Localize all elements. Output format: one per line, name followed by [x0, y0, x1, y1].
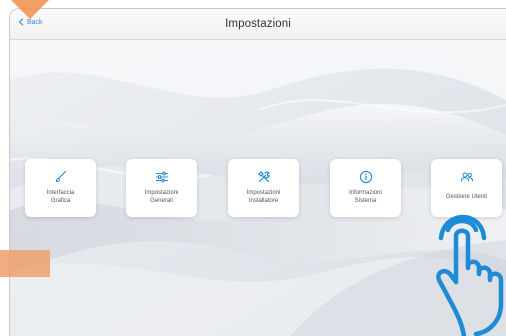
- top-bar: Back Impostazioni: [10, 9, 506, 40]
- users-icon: [459, 169, 475, 185]
- card-impostazioni-installatore[interactable]: Impostazioni Installatore: [228, 159, 299, 217]
- tap-hand-icon: [436, 214, 504, 336]
- card-impostazioni-generali[interactable]: Impostazioni Generali: [126, 159, 197, 217]
- sliders-icon: [154, 169, 170, 185]
- brush-icon: [53, 169, 69, 185]
- card-label: Interfaccia Grafica: [46, 190, 75, 204]
- highlight-arrow-marker: [11, 0, 49, 19]
- card-informazioni-sistema[interactable]: Informazioni Sistema: [330, 159, 401, 217]
- card-gestione-utenti[interactable]: Gestione Utenti: [431, 159, 502, 217]
- back-button[interactable]: Back: [18, 18, 43, 26]
- tools-icon: [256, 169, 272, 185]
- page-title: Impostazioni: [225, 18, 291, 30]
- card-interfaccia-grafica[interactable]: Interfaccia Grafica: [25, 159, 96, 217]
- card-label: Gestione Utenti: [445, 194, 488, 200]
- card-label: Impostazioni Generali: [144, 190, 179, 204]
- back-label: Back: [27, 18, 43, 26]
- card-label: Impostazioni Installatore: [246, 190, 281, 204]
- info-icon: [358, 169, 374, 185]
- highlight-bar-marker: [0, 250, 50, 277]
- chevron-left-icon: [18, 18, 24, 26]
- card-label: Informazioni Sistema: [349, 190, 382, 204]
